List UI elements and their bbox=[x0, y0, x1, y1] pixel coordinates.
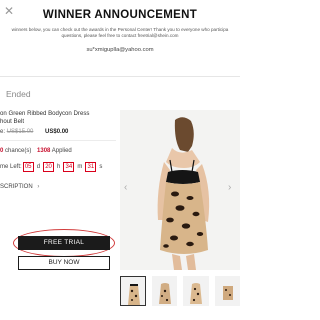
announcement-title: WINNER ANNOUNCEMENT bbox=[42, 9, 198, 21]
announcement-body-line2: questions, please feel free to contact f… bbox=[61, 33, 179, 39]
product-title: on Green Ribbed Bodycon Dress hout Belt bbox=[0, 110, 116, 125]
timer-hours: 20 bbox=[43, 162, 55, 172]
announcement-body: winners below, you can check out the awa… bbox=[0, 27, 240, 39]
time-left-label: me Left: bbox=[0, 164, 22, 170]
winner-email: su*xmiguplla@yahoo.com bbox=[86, 47, 154, 53]
countdown-timer: me Left: 05 d 20 h 34 m 31 s bbox=[0, 161, 104, 173]
free-trial-button[interactable]: FREE TRIAL bbox=[18, 236, 110, 250]
dress-illustration bbox=[120, 110, 240, 270]
thumbnail[interactable] bbox=[183, 276, 209, 306]
applied-count: 1308 bbox=[37, 148, 51, 154]
winner-announcement-panel: ✕ WINNER ANNOUNCEMENT winners below, you… bbox=[0, 0, 240, 76]
thumbnail[interactable] bbox=[214, 276, 240, 306]
timer-hours-unit: h bbox=[57, 164, 61, 170]
divider bbox=[0, 76, 240, 77]
timer-seconds: 31 bbox=[85, 162, 97, 172]
product-image bbox=[120, 110, 240, 270]
buy-now-button[interactable]: BUY NOW bbox=[18, 256, 110, 270]
chevron-right-icon: › bbox=[37, 184, 40, 190]
product-title-line2: hout Belt bbox=[0, 117, 25, 125]
product-title-line1: on Green Ribbed Bodycon Dress bbox=[0, 110, 90, 117]
chevron-left-icon[interactable]: ‹ bbox=[124, 182, 127, 193]
timer-seconds-unit: s bbox=[99, 164, 103, 170]
thumbnail[interactable] bbox=[120, 276, 146, 306]
timer-minutes-unit: m bbox=[77, 164, 83, 170]
chevron-right-icon[interactable]: › bbox=[228, 182, 231, 193]
thumbnail[interactable] bbox=[151, 276, 178, 306]
price-prefix: e: bbox=[0, 129, 6, 135]
timer-days: 05 bbox=[22, 162, 34, 172]
chances-row: 0 chance(s) 1308 Applied bbox=[0, 148, 72, 154]
thumbnail-strip bbox=[120, 276, 240, 306]
original-price: US$15.00 bbox=[6, 129, 34, 135]
chances-label: chance(s) bbox=[5, 148, 32, 154]
price-row: e: US$15.00 US$0.00 bbox=[0, 129, 68, 135]
divider bbox=[0, 140, 116, 141]
trial-price: US$0.00 bbox=[45, 129, 69, 135]
chances-count: 0 bbox=[0, 148, 4, 154]
status-label: Ended bbox=[6, 89, 31, 99]
applied-label: Applied bbox=[51, 148, 72, 154]
description-toggle[interactable]: SCRIPTION › bbox=[0, 184, 39, 190]
timer-days-unit: d bbox=[36, 164, 41, 170]
description-label: SCRIPTION bbox=[0, 184, 33, 190]
timer-minutes: 34 bbox=[63, 162, 75, 172]
